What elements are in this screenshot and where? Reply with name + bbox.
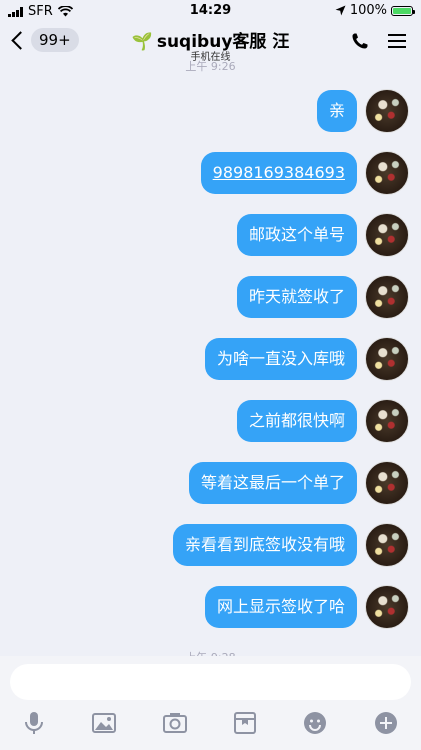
emoji-icon[interactable] <box>303 711 327 735</box>
battery-icon <box>391 5 415 16</box>
phone-icon[interactable] <box>351 32 369 50</box>
input-area <box>0 656 421 750</box>
avatar[interactable] <box>365 461 409 505</box>
status-bar: SFR 14:29 100% <box>0 0 421 22</box>
message-row: 昨天就签收了 <box>236 275 409 319</box>
timestamp-top: 上午 9:26 <box>185 60 236 73</box>
avatar[interactable] <box>365 89 409 133</box>
message-input[interactable] <box>10 664 411 700</box>
message-bubble[interactable]: 等着这最后一个单了 <box>188 462 357 504</box>
message-row: 邮政这个单号 <box>236 213 409 257</box>
message-bubble[interactable]: 亲 <box>316 90 357 132</box>
menu-icon[interactable] <box>387 32 407 50</box>
message-row: 为啥一直没入库哦 <box>204 337 409 381</box>
avatar[interactable] <box>365 275 409 319</box>
microphone-icon[interactable] <box>23 711 45 735</box>
camera-icon[interactable] <box>163 712 188 734</box>
avatar[interactable] <box>365 585 409 629</box>
message-bubble[interactable]: 昨天就签收了 <box>236 276 357 318</box>
message-bubble[interactable]: 邮政这个单号 <box>236 214 357 256</box>
message-row: 网上显示签收了哈 <box>204 585 409 629</box>
message-row: 9898169384693 <box>200 151 409 195</box>
status-right: 100% <box>335 3 415 18</box>
plus-icon[interactable] <box>374 711 398 735</box>
battery-fill <box>393 7 411 14</box>
message-row: 等着这最后一个单了 <box>188 461 409 505</box>
message-bubble[interactable]: 为啥一直没入库哦 <box>204 338 357 380</box>
input-toolbar <box>0 711 421 735</box>
message-row: 亲看看到底签收没有哦 <box>172 523 409 567</box>
message-row: 亲 <box>316 89 409 133</box>
location-arrow-icon <box>335 5 346 16</box>
avatar[interactable] <box>365 523 409 567</box>
header-actions <box>351 32 407 50</box>
battery-percent: 100% <box>349 3 387 18</box>
image-icon[interactable] <box>92 712 117 734</box>
avatar[interactable] <box>365 213 409 257</box>
message-bubble[interactable]: 亲看看到底签收没有哦 <box>172 524 357 566</box>
message-bubble[interactable]: 网上显示签收了哈 <box>204 586 357 628</box>
message-bubble[interactable]: 之前都很快啊 <box>236 400 357 442</box>
avatar[interactable] <box>365 151 409 195</box>
tracking-number-link[interactable]: 9898169384693 <box>200 152 357 194</box>
avatar[interactable] <box>365 337 409 381</box>
package-icon[interactable] <box>233 712 256 734</box>
message-row: 之前都很快啊 <box>236 399 409 443</box>
avatar[interactable] <box>365 399 409 443</box>
